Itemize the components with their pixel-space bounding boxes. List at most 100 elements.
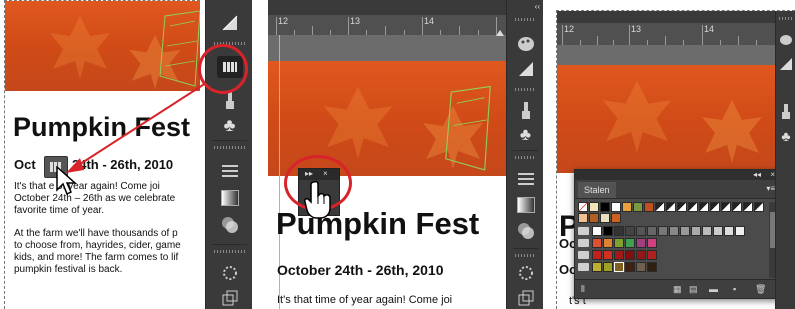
- symbol-icon[interactable]: [219, 262, 241, 284]
- new-group-icon[interactable]: ▬: [709, 284, 718, 294]
- lines-icon[interactable]: [219, 160, 241, 182]
- collapse-icon[interactable]: ‹‹: [535, 2, 540, 11]
- swatch[interactable]: [600, 202, 610, 212]
- triangle-shape-icon[interactable]: [778, 53, 794, 75]
- brush-icon[interactable]: [778, 101, 794, 123]
- trash-icon[interactable]: 🗑: [755, 284, 766, 295]
- swatch[interactable]: [625, 262, 635, 272]
- transparency-icon[interactable]: [515, 220, 537, 242]
- dock-grip[interactable]: [515, 18, 536, 21]
- triangle-shape-icon[interactable]: [515, 58, 537, 80]
- swatch[interactable]: [647, 262, 657, 272]
- swatch[interactable]: [614, 238, 624, 248]
- swatch[interactable]: [699, 202, 709, 212]
- dock-grip[interactable]: [515, 254, 536, 257]
- dock-grip[interactable]: [214, 250, 245, 253]
- swatch[interactable]: [647, 250, 657, 260]
- swatch[interactable]: [614, 250, 624, 260]
- dock-grip[interactable]: [214, 146, 245, 149]
- swatch[interactable]: [691, 226, 701, 236]
- new-swatch-icon[interactable]: ▪: [733, 284, 736, 294]
- swatch-options-icon[interactable]: ▤: [689, 284, 698, 295]
- scroll-up-icon[interactable]: [496, 30, 504, 36]
- event-dates-prefix: Oct: [14, 157, 36, 172]
- swatch[interactable]: [680, 226, 690, 236]
- color-palette-icon[interactable]: [778, 29, 794, 51]
- dock-grip[interactable]: [515, 156, 536, 159]
- panel-menu-icon[interactable]: ▾≡: [766, 184, 775, 193]
- swatch[interactable]: [647, 226, 657, 236]
- swatch[interactable]: [669, 226, 679, 236]
- swatch[interactable]: [614, 262, 624, 272]
- swatch[interactable]: [589, 213, 599, 223]
- swatch[interactable]: [622, 202, 632, 212]
- swatch[interactable]: [743, 202, 753, 212]
- swatch[interactable]: [578, 202, 588, 212]
- swatch[interactable]: [625, 250, 635, 260]
- swatch-libraries-icon[interactable]: ⫴: [581, 284, 585, 295]
- swatch[interactable]: [724, 226, 734, 236]
- swatch[interactable]: [754, 202, 764, 212]
- swatches-panel[interactable]: ◂◂ × Stalen ▾≡ ⫴ ▦ ▤ ▬ ▪ 🗑: [574, 169, 782, 299]
- swatch[interactable]: [600, 213, 610, 223]
- gradient-icon[interactable]: [515, 194, 537, 216]
- panel-header[interactable]: ◂◂ ×: [575, 170, 781, 180]
- swatch[interactable]: [625, 226, 635, 236]
- dock-grip[interactable]: [779, 17, 793, 20]
- club-icon[interactable]: ♣: [778, 125, 794, 147]
- swatch[interactable]: [732, 202, 742, 212]
- collapse-icon[interactable]: ◂◂: [753, 170, 761, 179]
- swatch[interactable]: [592, 262, 602, 272]
- brush-icon[interactable]: [515, 100, 537, 122]
- swatch[interactable]: [658, 226, 668, 236]
- color-palette-icon[interactable]: [515, 33, 537, 55]
- swatch[interactable]: [735, 226, 745, 236]
- swatch[interactable]: [636, 238, 646, 248]
- swatch[interactable]: [592, 250, 602, 260]
- folder-icon[interactable]: [578, 227, 589, 235]
- swatch[interactable]: [636, 226, 646, 236]
- swatch[interactable]: [578, 213, 588, 223]
- folder-icon[interactable]: [578, 251, 589, 259]
- club-icon[interactable]: ♣: [515, 124, 537, 146]
- swatch[interactable]: [592, 238, 602, 248]
- layers-icon[interactable]: [515, 287, 537, 309]
- tab-swatches[interactable]: Stalen: [578, 182, 616, 198]
- swatch[interactable]: [636, 262, 646, 272]
- swatch[interactable]: [721, 202, 731, 212]
- swatch[interactable]: [589, 202, 599, 212]
- swatch[interactable]: [603, 238, 613, 248]
- symbol-icon[interactable]: [515, 262, 537, 284]
- swatch[interactable]: [625, 238, 635, 248]
- horizontal-ruler: 12 13 14: [268, 15, 506, 35]
- swatch[interactable]: [702, 226, 712, 236]
- transparency-icon[interactable]: [219, 214, 241, 236]
- swatch[interactable]: [592, 226, 602, 236]
- folder-icon[interactable]: [578, 239, 589, 247]
- swatch[interactable]: [647, 238, 657, 248]
- swatch[interactable]: [614, 226, 624, 236]
- swatch[interactable]: [688, 202, 698, 212]
- gradient-icon[interactable]: [219, 187, 241, 209]
- text-line: It's that e of year again! Come joi: [14, 181, 160, 192]
- swatch[interactable]: [655, 202, 665, 212]
- club-icon[interactable]: ♣: [219, 114, 241, 136]
- swatch[interactable]: [603, 226, 613, 236]
- swatch[interactable]: [611, 202, 621, 212]
- swatch[interactable]: [603, 262, 613, 272]
- swatch[interactable]: [666, 202, 676, 212]
- swatch[interactable]: [633, 202, 643, 212]
- swatch[interactable]: [677, 202, 687, 212]
- triangle-shape-icon[interactable]: [219, 12, 241, 34]
- swatch[interactable]: [713, 226, 723, 236]
- swatch[interactable]: [636, 250, 646, 260]
- swatch[interactable]: [710, 202, 720, 212]
- layers-icon[interactable]: [219, 287, 241, 309]
- dock-grip[interactable]: [515, 88, 536, 91]
- swatch[interactable]: [611, 213, 621, 223]
- lines-icon[interactable]: [515, 168, 537, 190]
- folder-icon[interactable]: [578, 263, 589, 271]
- swatch[interactable]: [603, 250, 613, 260]
- show-kinds-icon[interactable]: ▦: [673, 284, 682, 295]
- swatch[interactable]: [644, 202, 654, 212]
